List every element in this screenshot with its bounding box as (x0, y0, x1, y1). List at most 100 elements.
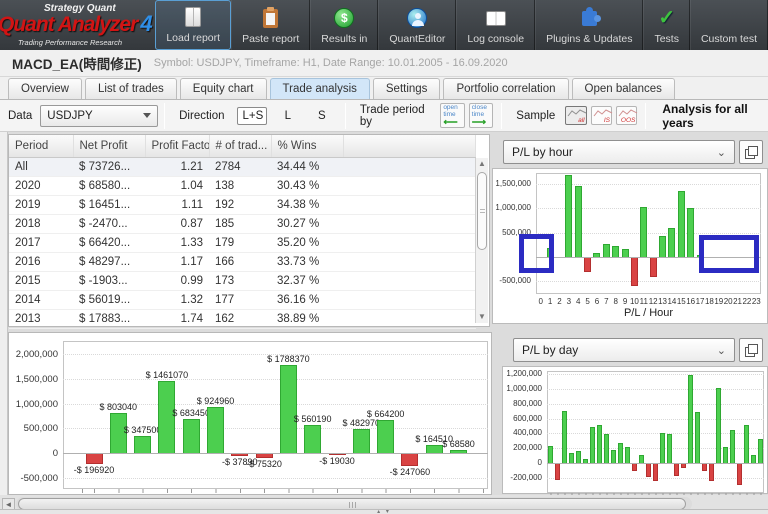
table-row[interactable]: All$ 73726...1.21278434.44 % (9, 157, 476, 176)
profit-factor-cell[interactable]: 1.04 (145, 176, 209, 195)
direction-short-button[interactable]: S (309, 108, 335, 124)
profit-factor-cell[interactable]: 1.32 (145, 290, 209, 309)
net-profit-cell[interactable]: $ 73726... (73, 157, 145, 176)
column-header[interactable]: Net Profit (73, 135, 145, 157)
custom-test-button[interactable]: Custom test (690, 0, 768, 50)
net-profit-cell[interactable]: $ 56019... (73, 290, 145, 309)
open-time-button[interactable]: open time ⟵ (440, 103, 464, 128)
copy-chart-button[interactable] (739, 140, 763, 164)
wins-cell[interactable]: 36.16 % (271, 290, 343, 309)
period-cell[interactable]: 2019 (9, 195, 73, 214)
tests-button[interactable]: ✓Tests (643, 0, 690, 50)
pl-by-day-dropdown[interactable]: P/L by day ⌄ (513, 338, 735, 362)
wins-cell[interactable]: 34.38 % (271, 195, 343, 214)
period-cell[interactable]: 2013 (9, 309, 73, 328)
paste-report-button[interactable]: Paste report (231, 0, 310, 50)
copy-chart-button[interactable] (739, 338, 763, 362)
period-cell[interactable]: All (9, 157, 73, 176)
close-time-button[interactable]: close time ⟶ (469, 103, 493, 128)
tab-trade-analysis[interactable]: Trade analysis (270, 78, 370, 99)
wins-cell[interactable]: 30.43 % (271, 176, 343, 195)
scroll-down-arrow[interactable]: ▼ (476, 311, 488, 323)
trades-cell[interactable]: 162 (209, 309, 271, 328)
net-profit-cell[interactable]: $ 48297... (73, 252, 145, 271)
data-symbol-select[interactable]: USDJPY (40, 105, 158, 127)
scrollbar-thumb[interactable] (477, 172, 487, 250)
net-profit-cell[interactable]: $ 68580... (73, 176, 145, 195)
direction-long-button[interactable]: L (275, 108, 301, 124)
trades-cell[interactable]: 192 (209, 195, 271, 214)
column-header[interactable]: # of trad... (209, 135, 271, 157)
wins-cell[interactable]: 34.44 % (271, 157, 343, 176)
tab-portfolio-correlation[interactable]: Portfolio correlation (443, 78, 568, 99)
period-cell[interactable]: 2014 (9, 290, 73, 309)
profit-factor-cell[interactable]: 0.87 (145, 214, 209, 233)
table-row[interactable]: 2019$ 16451...1.1119234.38 % (9, 195, 476, 214)
tab-open-balances[interactable]: Open balances (572, 78, 675, 99)
load-report-button[interactable]: Load report (155, 0, 231, 50)
trades-cell[interactable]: 173 (209, 271, 271, 290)
sample-is-button[interactable]: IS (591, 106, 612, 125)
wins-cell[interactable]: 33.73 % (271, 252, 343, 271)
y-tick-label: 1,000,000 (503, 384, 542, 393)
period-cell[interactable]: 2015 (9, 271, 73, 290)
table-row[interactable]: 2014$ 56019...1.3217736.16 % (9, 290, 476, 309)
profit-factor-cell[interactable]: 0.99 (145, 271, 209, 290)
wins-cell[interactable]: 30.27 % (271, 214, 343, 233)
trades-cell[interactable]: 179 (209, 233, 271, 252)
table-row[interactable]: 2016$ 48297...1.1716633.73 % (9, 252, 476, 271)
table-row[interactable]: 2020$ 68580...1.0413830.43 % (9, 176, 476, 195)
sample-oos-button[interactable]: OOS (616, 106, 637, 125)
scroll-up-arrow[interactable]: ▲ (476, 158, 488, 170)
pl-by-hour-dropdown[interactable]: P/L by hour ⌄ (503, 140, 735, 164)
tab-equity-chart[interactable]: Equity chart (180, 78, 267, 99)
wins-cell[interactable]: 38.89 % (271, 309, 343, 328)
period-cell[interactable]: 2016 (9, 252, 73, 271)
plugins-updates-button[interactable]: Plugins & Updates (535, 0, 643, 50)
net-profit-cell[interactable]: $ 66420... (73, 233, 145, 252)
tab-bar: OverviewList of tradesEquity chartTrade … (0, 77, 768, 100)
tab-overview[interactable]: Overview (8, 78, 82, 99)
trades-cell[interactable]: 2784 (209, 157, 271, 176)
period-cell[interactable]: 2020 (9, 176, 73, 195)
trades-cell[interactable]: 185 (209, 214, 271, 233)
net-profit-cell[interactable]: $ 16451... (73, 195, 145, 214)
wins-cell[interactable]: 35.20 % (271, 233, 343, 252)
profit-factor-cell[interactable]: 1.33 (145, 233, 209, 252)
bar (304, 425, 321, 453)
tab-list-of-trades[interactable]: List of trades (85, 78, 177, 99)
splitter-handle[interactable]: ▴ ▾ (0, 509, 768, 514)
copy-icon (745, 146, 758, 159)
log-console-button[interactable]: Log console (456, 0, 535, 50)
trades-cell[interactable]: 166 (209, 252, 271, 271)
table-row[interactable]: 2015$ -1903...0.9917332.37 % (9, 271, 476, 290)
results-in-button[interactable]: $Results in (310, 0, 378, 50)
net-profit-cell[interactable]: $ -2470... (73, 214, 145, 233)
arrow-left-icon: ⟵ (443, 118, 461, 127)
column-header[interactable]: Period (9, 135, 73, 157)
period-cell[interactable]: 2017 (9, 233, 73, 252)
bar (256, 454, 273, 458)
column-header[interactable]: Profit Factor (145, 135, 209, 157)
profit-factor-cell[interactable]: 1.17 (145, 252, 209, 271)
table-vertical-scrollbar[interactable]: ▲ ▼ (475, 158, 488, 323)
trades-cell[interactable]: 177 (209, 290, 271, 309)
table-row[interactable]: 2017$ 66420...1.3317935.20 % (9, 233, 476, 252)
profit-factor-cell[interactable]: 1.21 (145, 157, 209, 176)
x-axis-ticks (63, 489, 488, 493)
profit-factor-cell[interactable]: 1.74 (145, 309, 209, 328)
table-row[interactable]: 2018$ -2470...0.8718530.27 % (9, 214, 476, 233)
net-profit-cell[interactable]: $ 17883... (73, 309, 145, 328)
direction-long-short-button[interactable]: L+S (237, 107, 267, 125)
wins-cell[interactable]: 32.37 % (271, 271, 343, 290)
table-row[interactable]: 2013$ 17883...1.7416238.89 % (9, 309, 476, 328)
net-profit-cell[interactable]: $ -1903... (73, 271, 145, 290)
column-header[interactable]: % Wins (271, 135, 343, 157)
quant-editor-button[interactable]: QuantEditor (378, 0, 456, 50)
trades-cell[interactable]: 138 (209, 176, 271, 195)
profit-factor-cell[interactable]: 1.11 (145, 195, 209, 214)
annotation-rect (699, 235, 759, 273)
period-cell[interactable]: 2018 (9, 214, 73, 233)
tab-settings[interactable]: Settings (373, 78, 441, 99)
sample-all-button[interactable]: all (565, 106, 586, 125)
